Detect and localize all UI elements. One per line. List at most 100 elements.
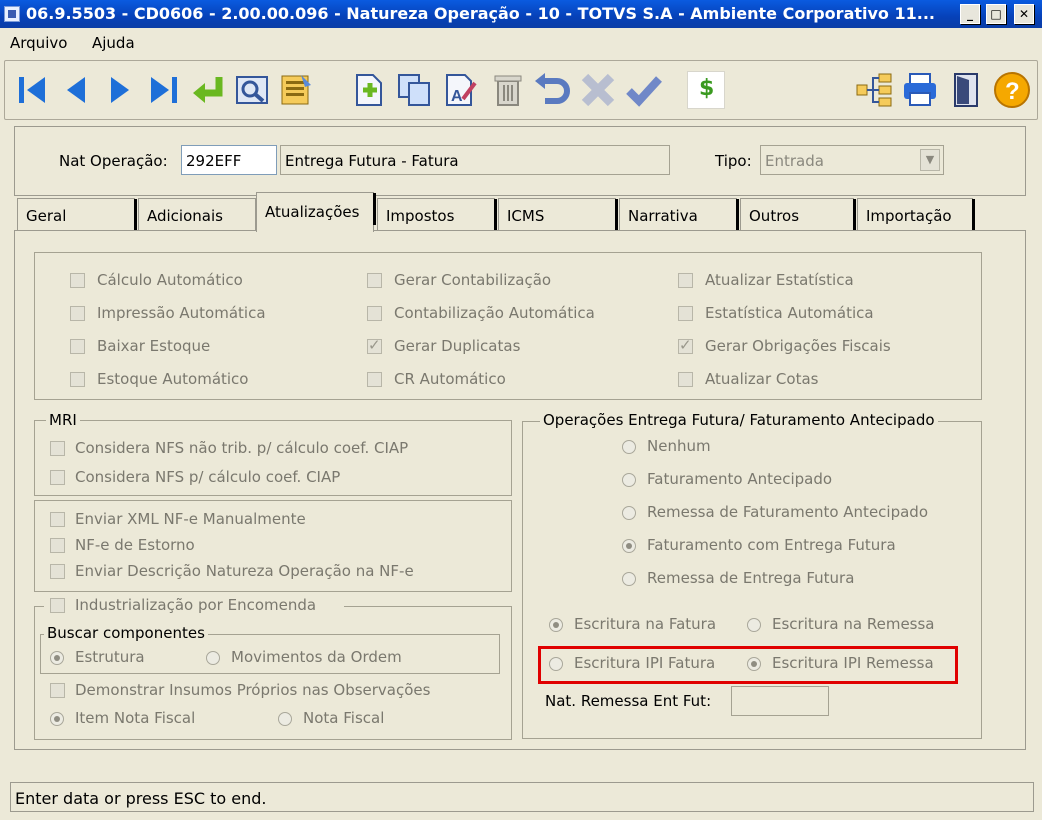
close-button[interactable]: ✕ [1014,4,1034,24]
mri-group-title: MRI [46,411,80,429]
radio-item-nota-fiscal[interactable] [50,712,64,726]
checkbox-considera-nfs[interactable] [50,470,65,485]
maximize-button[interactable]: □ [986,4,1006,24]
tree-icon[interactable] [855,71,893,109]
radio-escritura-ipi-fatura[interactable] [549,657,563,671]
undo-icon[interactable] [533,71,571,109]
new-record-icon[interactable] [349,71,387,109]
label-escritura-ipi-fatura: Escritura IPI Fatura [574,654,716,672]
label-faturamento-entrega-futura: Faturamento com Entrega Futura [647,536,896,554]
checkbox-cr-automatico[interactable] [367,372,382,387]
tipo-select[interactable]: Entrada ▼ [760,145,944,175]
checkbox-nfe-estorno[interactable] [50,538,65,553]
radio-faturamento-antecipado[interactable] [622,473,636,487]
radio-remessa-entrega-futura[interactable] [622,572,636,586]
tab-outros[interactable]: Outros [740,198,856,231]
nat-operacao-code-field[interactable]: 292EFF [181,145,277,175]
radio-faturamento-entrega-futura[interactable] [622,539,636,553]
radio-nota-fiscal[interactable] [278,712,292,726]
radio-escritura-fatura[interactable] [549,618,563,632]
window-title: 06.9.5503 - CD0606 - 2.00.00.096 - Natur… [26,4,935,23]
next-record-icon[interactable] [101,71,139,109]
label-nenhum: Nenhum [647,437,711,455]
label-enviar-descricao: Enviar Descrição Natureza Operação na NF… [75,562,414,580]
checkbox-gerar-contabilizacao[interactable] [367,273,382,288]
tab-label: Narrativa [628,207,698,225]
label-estatistica-automatica: Estatística Automática [705,304,874,322]
edit-icon[interactable]: A [441,71,479,109]
previous-record-icon[interactable] [57,71,95,109]
tab-label: Impostos [386,207,455,225]
checkbox-estoque-automatico[interactable] [70,372,85,387]
tab-atualizacoes[interactable]: Atualizações [256,192,376,232]
toolbar: A $ ? [4,60,1038,120]
checkbox-estatistica-automatica[interactable] [678,306,693,321]
tab-icms[interactable]: ICMS [498,198,618,231]
label-item-nota-fiscal: Item Nota Fiscal [75,709,196,727]
label-escritura-ipi-remessa: Escritura IPI Remessa [772,654,934,672]
radio-escritura-remessa[interactable] [747,618,761,632]
nat-remessa-field[interactable] [731,686,829,716]
radio-nenhum[interactable] [622,440,636,454]
checkbox-atualizar-cotas[interactable] [678,372,693,387]
goto-icon[interactable] [189,71,227,109]
checkbox-gerar-obrigacoes-fiscais[interactable] [678,336,693,354]
label-estoque-automatico: Estoque Automático [97,370,249,388]
label-atualizar-cotas: Atualizar Cotas [705,370,819,388]
radio-escritura-ipi-remessa[interactable] [747,657,761,671]
exit-icon[interactable] [947,71,985,109]
chevron-down-icon[interactable]: ▼ [920,149,940,171]
checkbox-baixar-estoque[interactable] [70,339,85,354]
label-nfe-estorno: NF-e de Estorno [75,536,195,554]
tab-impostos[interactable]: Impostos [377,198,497,231]
copy-icon[interactable] [395,71,433,109]
label-remessa-faturamento-antecipado: Remessa de Faturamento Antecipado [647,503,928,521]
tab-label: Geral [26,207,67,225]
list-icon[interactable] [277,71,315,109]
last-record-icon[interactable] [145,71,183,109]
delete-icon[interactable] [489,71,527,109]
checkbox-calculo-automatico[interactable] [70,273,85,288]
label-estrutura: Estrutura [75,648,145,666]
tab-adicionais[interactable]: Adicionais [138,198,256,230]
svg-text:A: A [451,88,463,105]
checkbox-enviar-xml[interactable] [50,512,65,527]
label-industrializacao: Industrialização por Encomenda [75,596,317,614]
svg-text:?: ? [1005,78,1020,105]
cancel-icon[interactable] [579,71,617,109]
tab-label: Importação [866,207,952,225]
search-icon[interactable] [233,71,271,109]
checkbox-contabilizacao-automatica[interactable] [367,306,382,321]
confirm-icon[interactable] [625,71,663,109]
checkbox-considera-nfs-nao-trib[interactable] [50,441,65,456]
label-faturamento-antecipado: Faturamento Antecipado [647,470,833,488]
menu-arquivo[interactable]: Arquivo [10,34,67,52]
help-icon[interactable]: ? [993,71,1031,109]
checkbox-demonstrar-insumos[interactable] [50,683,65,698]
checkbox-enviar-descricao[interactable] [50,564,65,579]
radio-remessa-faturamento-antecipado[interactable] [622,506,636,520]
tab-narrativa[interactable]: Narrativa [619,198,739,231]
nat-operacao-label: Nat Operação: [59,152,168,170]
nat-remessa-label: Nat. Remessa Ent Fut: [545,692,712,710]
checkbox-impressao-automatica[interactable] [70,306,85,321]
checkbox-atualizar-estatistica[interactable] [678,273,693,288]
checkbox-gerar-duplicatas[interactable] [367,336,382,354]
label-gerar-obrigacoes-fiscais: Gerar Obrigações Fiscais [705,337,891,355]
label-considera-nfs-nao-trib: Considera NFS não trib. p/ cálculo coef.… [75,439,409,457]
buscar-componentes-title: Buscar componentes [44,624,208,642]
header-panel: Nat Operação: 292EFF Entrega Futura - Fa… [14,126,1026,196]
tab-importacao[interactable]: Importação [857,198,975,231]
menu-ajuda[interactable]: Ajuda [92,34,135,52]
print-icon[interactable] [901,71,939,109]
label-gerar-contabilizacao: Gerar Contabilização [394,271,552,289]
tab-geral[interactable]: Geral [17,198,137,231]
label-movimentos-ordem: Movimentos da Ordem [231,648,402,666]
currency-icon[interactable]: $ [687,71,725,109]
checkbox-industrializacao[interactable] [50,598,65,613]
radio-movimentos-ordem[interactable] [206,651,220,665]
first-record-icon[interactable] [13,71,51,109]
label-nota-fiscal: Nota Fiscal [303,709,385,727]
minimize-button[interactable]: _ [960,4,980,24]
radio-estrutura[interactable] [50,651,64,665]
